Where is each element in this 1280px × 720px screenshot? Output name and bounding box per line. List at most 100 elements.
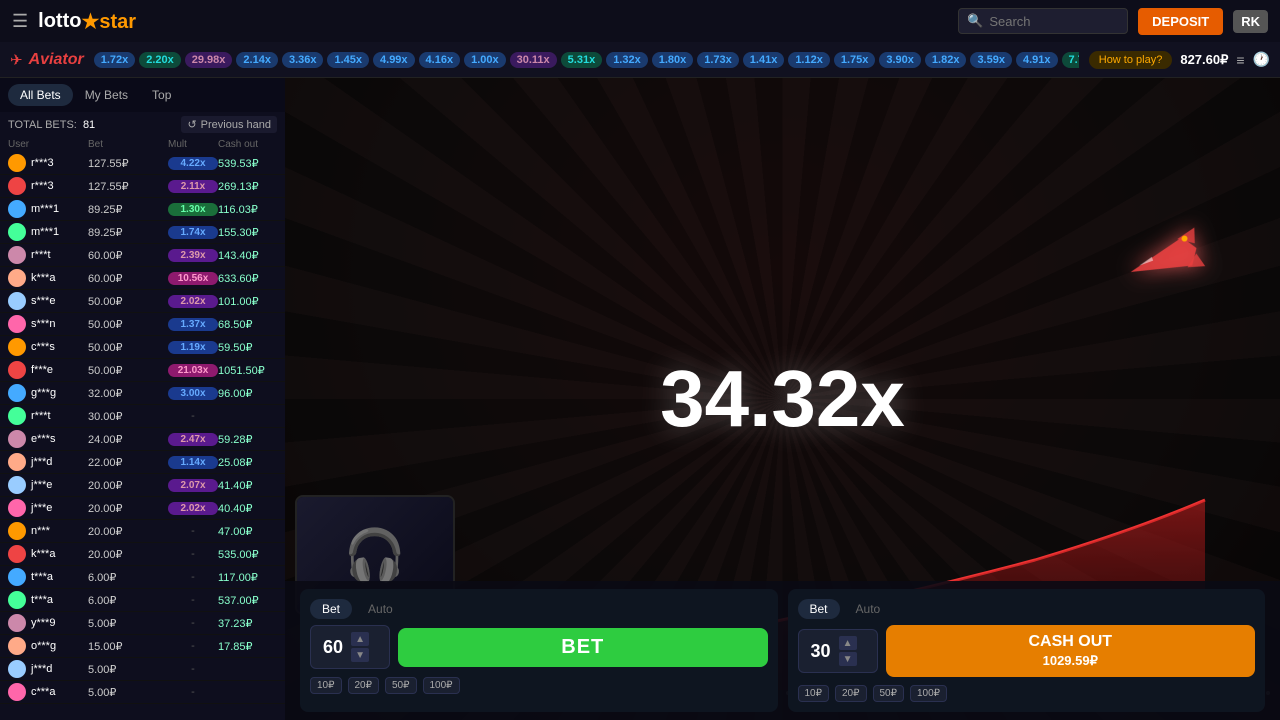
multiplier-badge[interactable]: 1.82x (925, 52, 967, 68)
quick-bet-button[interactable]: 50₽ (385, 677, 417, 694)
table-row: o***g 15.00₽ - 17.85₽ (0, 635, 285, 658)
bet-amount: 15.00₽ (88, 640, 168, 653)
user-avatar-badge[interactable]: RK (1233, 10, 1268, 33)
bet-increase-1[interactable]: ▲ (351, 632, 369, 646)
mult-pill: - (168, 525, 218, 537)
mult-pill: - (168, 686, 218, 698)
multiplier-badge[interactable]: 1.72x (94, 52, 136, 68)
multiplier-badge[interactable]: 3.59x (970, 52, 1012, 68)
table-row: k***a 60.00₽ 10.56x 633.60₽ (0, 267, 285, 290)
multiplier-badge[interactable]: 5.31x (561, 52, 603, 68)
quick-bet-button[interactable]: 20₽ (348, 677, 380, 694)
multiplier-badge[interactable]: 1.00x (464, 52, 506, 68)
bet-amount: 127.55₽ (88, 157, 168, 170)
mult-pill: 2.02x (168, 295, 218, 308)
bet-amount-2: 30 (811, 641, 831, 662)
username: g***g (31, 387, 56, 399)
quick-bet-button[interactable]: 50₽ (873, 685, 905, 702)
prev-hand-button[interactable]: ↺ Previous hand (181, 116, 277, 133)
cashout-value: 155.30₽ (218, 226, 285, 239)
quick-bet-button[interactable]: 100₽ (910, 685, 947, 702)
bets-panel: All BetsMy BetsTop TOTAL BETS: 81 ↺ Prev… (0, 78, 285, 720)
multiplier-badge[interactable]: 1.80x (652, 52, 694, 68)
table-row: r***3 127.55₽ 4.22x 539.53₽ (0, 152, 285, 175)
bet-tab-2[interactable]: Bet (798, 599, 840, 619)
quick-bet-button[interactable]: 10₽ (310, 677, 342, 694)
how-to-play-button[interactable]: How to play? (1089, 51, 1173, 69)
multiplier-badge[interactable]: 2.14x (236, 52, 278, 68)
username: k***a (31, 272, 55, 284)
avatar (8, 154, 26, 172)
current-multiplier: 34.32x (660, 353, 905, 445)
auto-tab-1[interactable]: Auto (356, 599, 405, 619)
total-bets-label: TOTAL BETS: 81 (8, 119, 95, 131)
cashout-value: 269.13₽ (218, 180, 285, 193)
user-cell: r***3 (8, 154, 88, 172)
bet-tab-1[interactable]: Bet (310, 599, 352, 619)
bet-increase-2[interactable]: ▲ (839, 636, 857, 650)
table-row: s***e 50.00₽ 2.02x 101.00₽ (0, 290, 285, 313)
bets-tab-top[interactable]: Top (140, 84, 183, 106)
user-cell: g***g (8, 384, 88, 402)
multiplier-badge[interactable]: 1.45x (327, 52, 369, 68)
search-input[interactable] (989, 14, 1119, 29)
multiplier-badge[interactable]: 1.41x (743, 52, 785, 68)
bet-amount: 20.00₽ (88, 525, 168, 538)
deposit-button[interactable]: DEPOSIT (1138, 8, 1223, 35)
multiplier-badge[interactable]: 2.20x (139, 52, 181, 68)
bets-tab-all-bets[interactable]: All Bets (8, 84, 73, 106)
avatar (8, 499, 26, 517)
cashout-button[interactable]: CASH OUT 1029.59₽ (886, 625, 1256, 677)
multiplier-badge[interactable]: 4.99x (373, 52, 415, 68)
list-icon[interactable]: ≡ (1236, 52, 1244, 68)
bet-decrease-2[interactable]: ▼ (839, 652, 857, 666)
bet-amount: 50.00₽ (88, 341, 168, 354)
avatar (8, 246, 26, 264)
table-row: j***e 20.00₽ 2.07x 41.40₽ (0, 474, 285, 497)
quick-bet-button[interactable]: 10₽ (798, 685, 830, 702)
multiplier-badge[interactable]: 3.90x (879, 52, 921, 68)
avatar (8, 591, 26, 609)
user-cell: m***1 (8, 223, 88, 241)
bet-amount: 6.00₽ (88, 594, 168, 607)
multiplier-badge[interactable]: 3.36x (282, 52, 324, 68)
user-cell: m***1 (8, 200, 88, 218)
bet-button[interactable]: BET (398, 628, 768, 667)
cashout-value: 59.50₽ (218, 341, 285, 354)
auto-tab-2[interactable]: Auto (844, 599, 893, 619)
bet-amount: 127.55₽ (88, 180, 168, 193)
search-box[interactable]: 🔍 (958, 8, 1128, 34)
bet-amount: 20.00₽ (88, 479, 168, 492)
multiplier-badge[interactable]: 1.73x (697, 52, 739, 68)
table-row: e***s 24.00₽ 2.47x 59.28₽ (0, 428, 285, 451)
multiplier-badge[interactable]: 7.76x (1062, 52, 1079, 68)
clock-icon[interactable]: 🕐 (1253, 51, 1270, 68)
mult-pill: 10.56x (168, 272, 218, 285)
bet-decrease-1[interactable]: ▼ (351, 648, 369, 662)
multiplier-badge[interactable]: 1.12x (788, 52, 830, 68)
cashout-value: 37.23₽ (218, 617, 285, 630)
user-cell: e***s (8, 430, 88, 448)
user-cell: r***t (8, 407, 88, 425)
multiplier-badge[interactable]: 29.98x (185, 52, 233, 68)
user-cell: c***a (8, 683, 88, 701)
bet-amount: 5.00₽ (88, 663, 168, 676)
multiplier-badge[interactable]: 4.91x (1016, 52, 1058, 68)
username: r***3 (31, 157, 54, 169)
quick-bet-button[interactable]: 100₽ (423, 677, 460, 694)
bet-amount: 50.00₽ (88, 318, 168, 331)
table-row: m***1 89.25₽ 1.74x 155.30₽ (0, 221, 285, 244)
menu-icon[interactable]: ☰ (12, 11, 28, 32)
multiplier-badge[interactable]: 1.75x (834, 52, 876, 68)
bet-adjusters-1: ▲ ▼ (351, 632, 369, 662)
mult-pill: 1.37x (168, 318, 218, 331)
multiplier-badge[interactable]: 1.32x (606, 52, 648, 68)
bet-panel-1-tabs: Bet Auto (310, 599, 768, 619)
multiplier-badge[interactable]: 4.16x (419, 52, 461, 68)
multiplier-badge[interactable]: 30.11x (510, 52, 557, 68)
user-cell: t***a (8, 591, 88, 609)
username: j***d (31, 456, 52, 468)
bets-tab-my-bets[interactable]: My Bets (73, 84, 140, 106)
quick-bet-button[interactable]: 20₽ (835, 685, 867, 702)
table-row: j***d 22.00₽ 1.14x 25.08₽ (0, 451, 285, 474)
